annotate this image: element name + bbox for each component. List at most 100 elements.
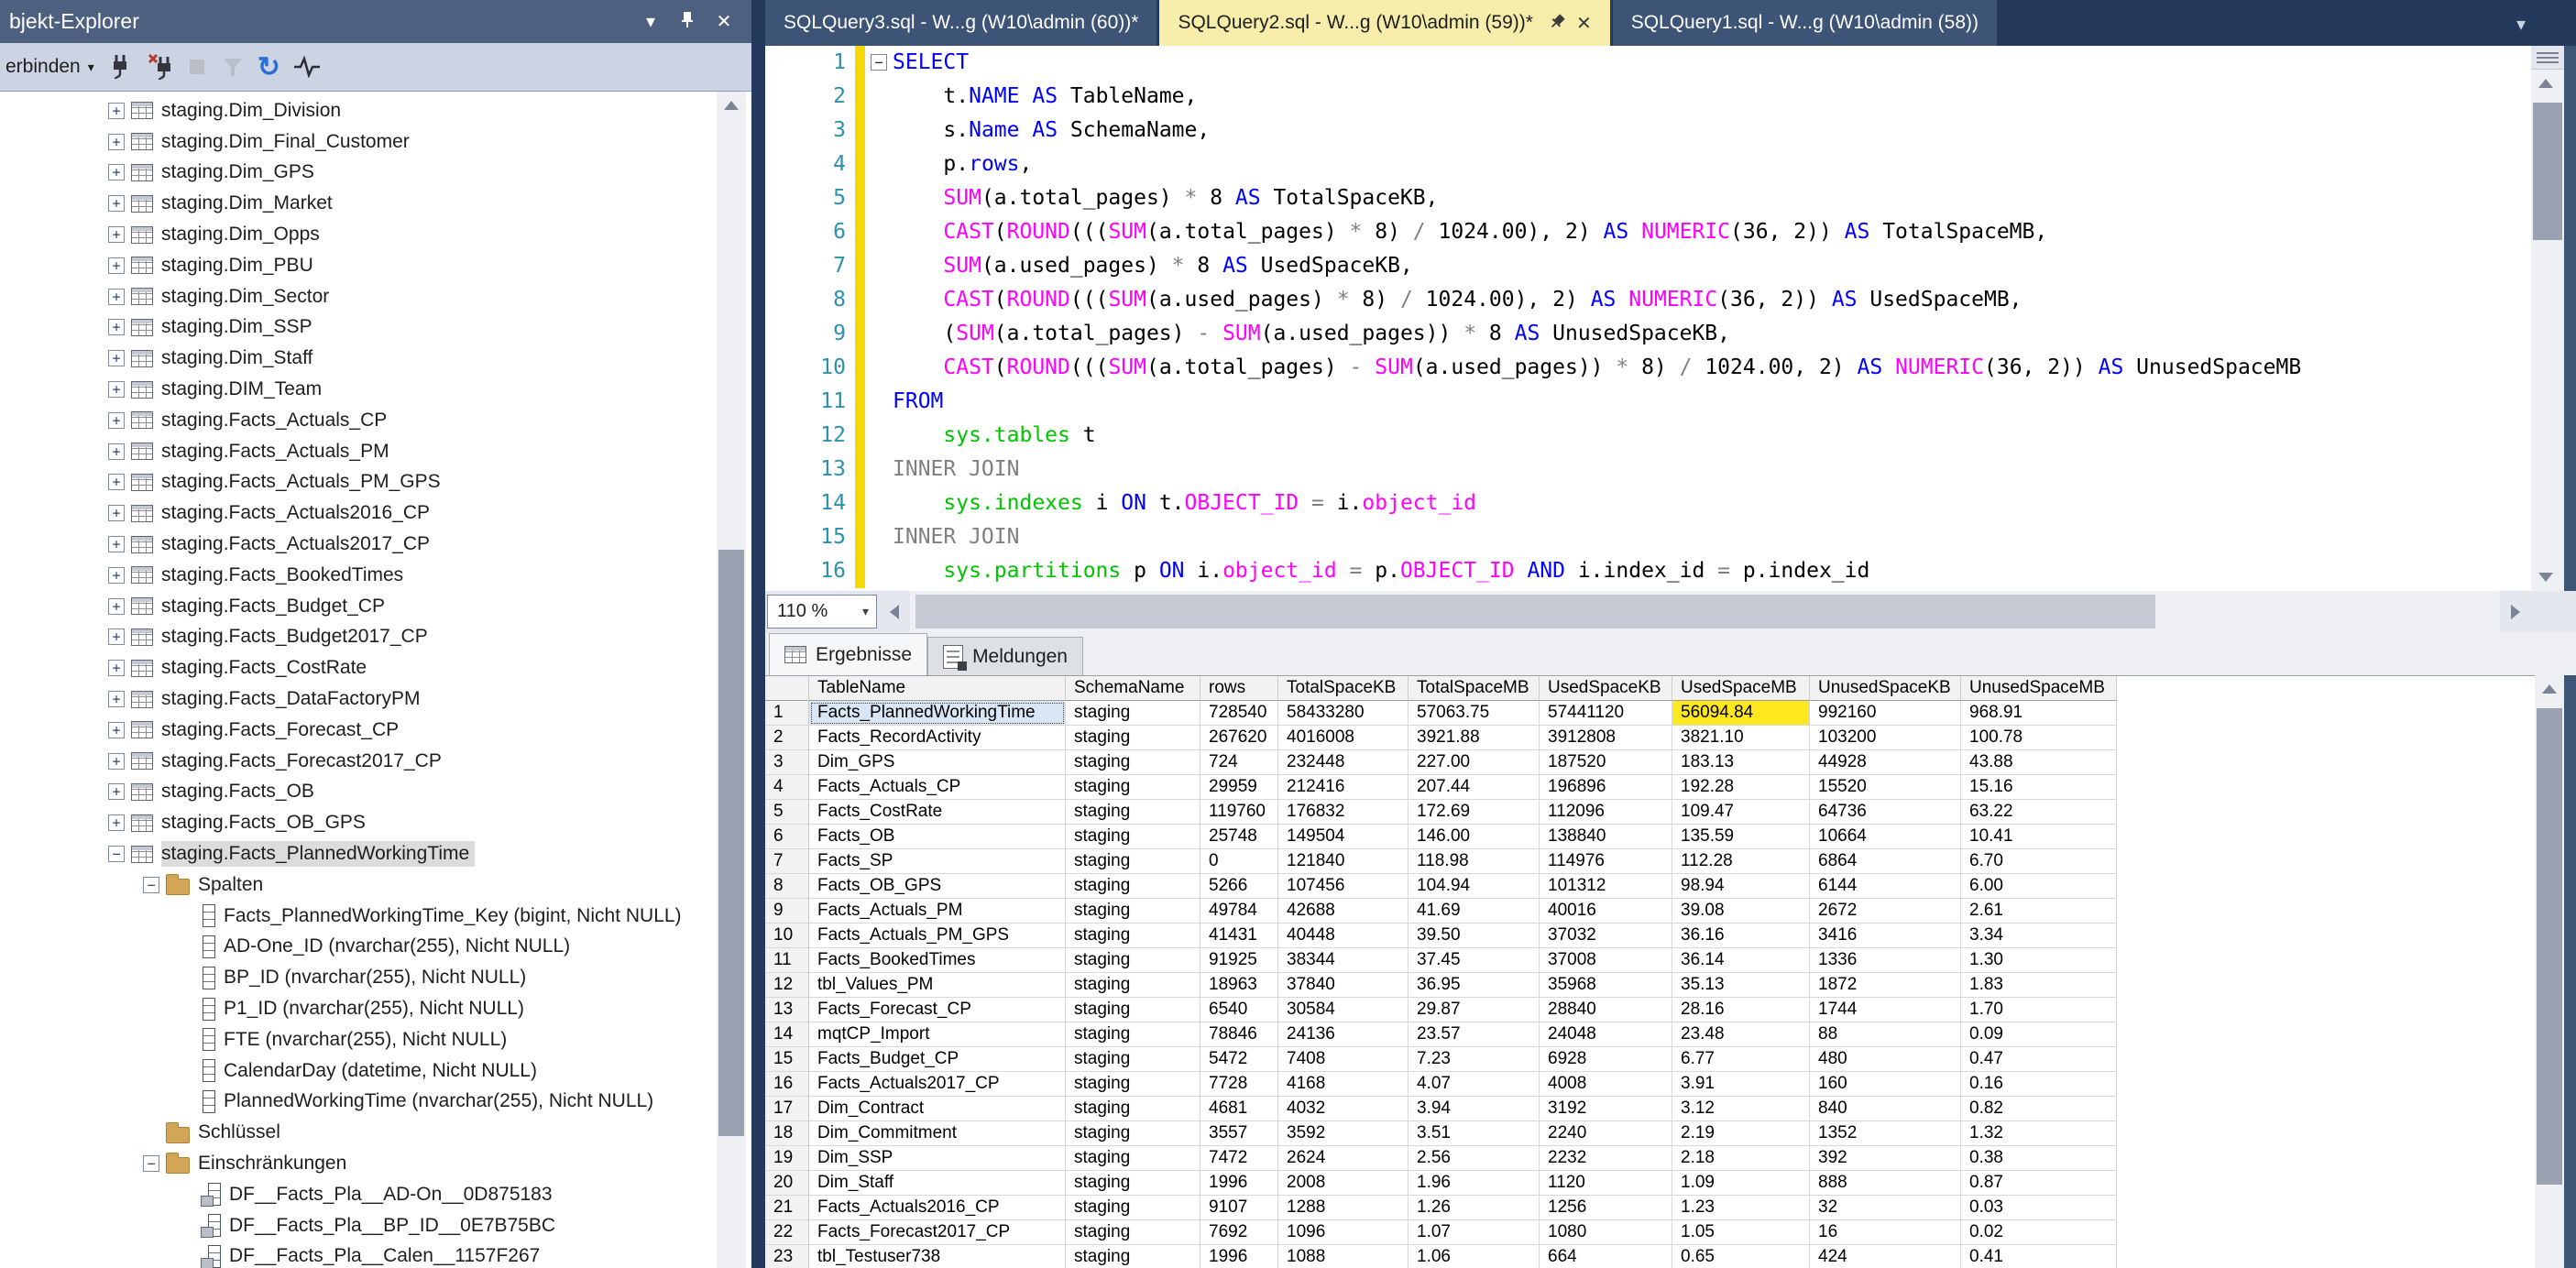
close-icon[interactable]: ✕ [706,10,742,33]
grid-cell[interactable]: 724 [1200,750,1278,775]
grid-cell[interactable]: 15520 [1810,775,1961,800]
tree-item[interactable]: +staging.Dim_Market [0,188,711,219]
grid-cell[interactable]: 9107 [1200,1196,1278,1220]
tab-results[interactable]: Ergebnisse [769,633,927,675]
grid-cell[interactable]: 56094.84 [1672,701,1810,726]
tree-item[interactable]: AD-One_ID (nvarchar(255), Nicht NULL) [0,932,711,963]
tree-item[interactable]: +staging.Facts_Budget2017_CP [0,622,711,653]
row-number-cell[interactable]: 3 [765,750,809,775]
expand-icon[interactable]: + [108,226,125,243]
grid-cell[interactable]: 40448 [1278,924,1409,948]
grid-cell[interactable]: Dim_GPS [809,750,1066,775]
grid-cell[interactable]: 1096 [1278,1220,1409,1245]
row-number-cell[interactable]: 5 [765,800,809,825]
code-line[interactable]: 11FROM [778,385,2531,419]
grid-cell[interactable]: 3592 [1278,1121,1409,1146]
grid-cell[interactable]: 107456 [1278,874,1409,899]
grid-cell[interactable]: 6144 [1810,874,1961,899]
grid-cell[interactable]: 267620 [1200,726,1278,750]
grid-cell[interactable]: 3.12 [1672,1097,1810,1121]
grid-cell[interactable]: 7692 [1200,1220,1278,1245]
grid-cell[interactable]: staging [1066,800,1200,825]
grid-cell[interactable]: 192.28 [1672,775,1810,800]
grid-cell[interactable]: 1.30 [1961,948,2117,973]
grid-cell[interactable]: 728540 [1200,701,1278,726]
grid-cell[interactable]: 4168 [1278,1072,1409,1097]
grid-cell[interactable]: 3.51 [1409,1121,1540,1146]
code-line[interactable]: 3 s.Name AS SchemaName, [778,114,2531,148]
row-number-cell[interactable]: 4 [765,775,809,800]
grid-cell[interactable]: staging [1066,1047,1200,1072]
grid-cell[interactable]: 1.70 [1961,998,2117,1022]
grid-cell[interactable]: 3921.88 [1409,726,1540,750]
scroll-up-icon[interactable] [2531,70,2560,97]
grid-cell[interactable]: Facts_Actuals2017_CP [809,1072,1066,1097]
expand-icon[interactable]: + [108,103,125,119]
disconnect-icon[interactable] [146,53,173,81]
grid-cell[interactable]: 2.56 [1409,1146,1540,1171]
grid-cell[interactable]: 23.57 [1409,1022,1540,1047]
grid-cell[interactable]: staging [1066,1097,1200,1121]
expand-icon[interactable]: + [108,412,125,429]
grid-cell[interactable]: 29.87 [1409,998,1540,1022]
grid-cell[interactable]: 207.44 [1409,775,1540,800]
grid-cell[interactable]: 183.13 [1672,750,1810,775]
grid-cell[interactable]: 37032 [1540,924,1672,948]
grid-cell[interactable]: 42688 [1278,899,1409,924]
collapse-icon[interactable]: − [143,1155,159,1172]
grid-cell[interactable]: mqtCP_Import [809,1022,1066,1047]
grid-cell[interactable]: Facts_Actuals_PM [809,899,1066,924]
expand-icon[interactable]: + [108,381,125,398]
grid-cell[interactable]: 160 [1810,1072,1961,1097]
grid-cell[interactable]: 0.65 [1672,1245,1810,1268]
grid-cell[interactable]: 1336 [1810,948,1961,973]
grid-cell[interactable]: 1288 [1278,1196,1409,1220]
grid-cell[interactable]: 18963 [1200,973,1278,998]
grid-cell[interactable]: 58433280 [1278,701,1409,726]
grid-cell[interactable]: 1.06 [1409,1245,1540,1268]
grid-scrollbar-thumb[interactable] [2537,708,2562,1185]
grid-cell[interactable]: 40016 [1540,899,1672,924]
grid-cell[interactable]: 0.87 [1961,1171,2117,1196]
grid-cell[interactable]: 1256 [1540,1196,1672,1220]
document-tab[interactable]: SQLQuery2.sql - W...g (W10\admin (59))*✕ [1159,0,1609,46]
tree-item[interactable]: FTE (nvarchar(255), Nicht NULL) [0,1024,711,1055]
sql-editor[interactable]: 1−SELECT2 t.NAME AS TableName,3 s.Name A… [765,46,2531,591]
row-number-cell[interactable]: 2 [765,726,809,750]
grid-cell[interactable]: tbl_Values_PM [809,973,1066,998]
row-number-cell[interactable]: 18 [765,1121,809,1146]
grid-cell[interactable]: 2232 [1540,1146,1672,1171]
tree-item[interactable]: PlannedWorkingTime (nvarchar(255), Nicht… [0,1087,711,1118]
grid-column-header[interactable]: SchemaName [1066,676,1200,701]
grid-vertical-scrollbar[interactable] [2535,675,2564,1268]
expand-icon[interactable]: + [108,814,125,831]
tree-item[interactable]: +staging.Facts_OB_GPS [0,807,711,838]
grid-cell[interactable]: 29959 [1200,775,1278,800]
grid-cell[interactable]: 196896 [1540,775,1672,800]
row-number-cell[interactable]: 1 [765,701,809,726]
grid-cell[interactable]: staging [1066,874,1200,899]
tree-item[interactable]: Facts_PlannedWorkingTime_Key (bigint, Ni… [0,901,711,932]
code-line[interactable]: 10 CAST(ROUND(((SUM(a.total_pages) - SUM… [778,351,2531,385]
row-number-cell[interactable]: 8 [765,874,809,899]
tree-item[interactable]: Schlüssel [0,1117,711,1148]
grid-cell[interactable]: 0 [1200,849,1278,874]
tree-item[interactable]: +staging.Facts_Actuals2017_CP [0,529,711,560]
grid-cell[interactable]: 6.00 [1961,874,2117,899]
editor-scrollbar-thumb[interactable] [2533,103,2562,240]
expand-icon[interactable]: + [108,134,125,150]
expand-icon[interactable]: + [108,598,125,615]
results-grid[interactable]: TableNameSchemaNamerowsTotalSpaceKBTotal… [765,675,2535,1268]
expand-icon[interactable]: + [108,350,125,366]
tree-item[interactable]: +staging.Facts_Actuals_PM [0,436,711,467]
grid-cell[interactable]: 35.13 [1672,973,1810,998]
grid-cell[interactable]: 0.38 [1961,1146,2117,1171]
grid-cell[interactable]: 7.23 [1409,1047,1540,1072]
grid-cell[interactable]: 109.47 [1672,800,1810,825]
expand-icon[interactable]: + [108,319,125,335]
grid-cell[interactable]: 49784 [1200,899,1278,924]
grid-cell[interactable]: 32 [1810,1196,1961,1220]
grid-cell[interactable]: 146.00 [1409,825,1540,849]
grid-cell[interactable]: 112096 [1540,800,1672,825]
tree-scrollbar-thumb[interactable] [718,550,744,1136]
